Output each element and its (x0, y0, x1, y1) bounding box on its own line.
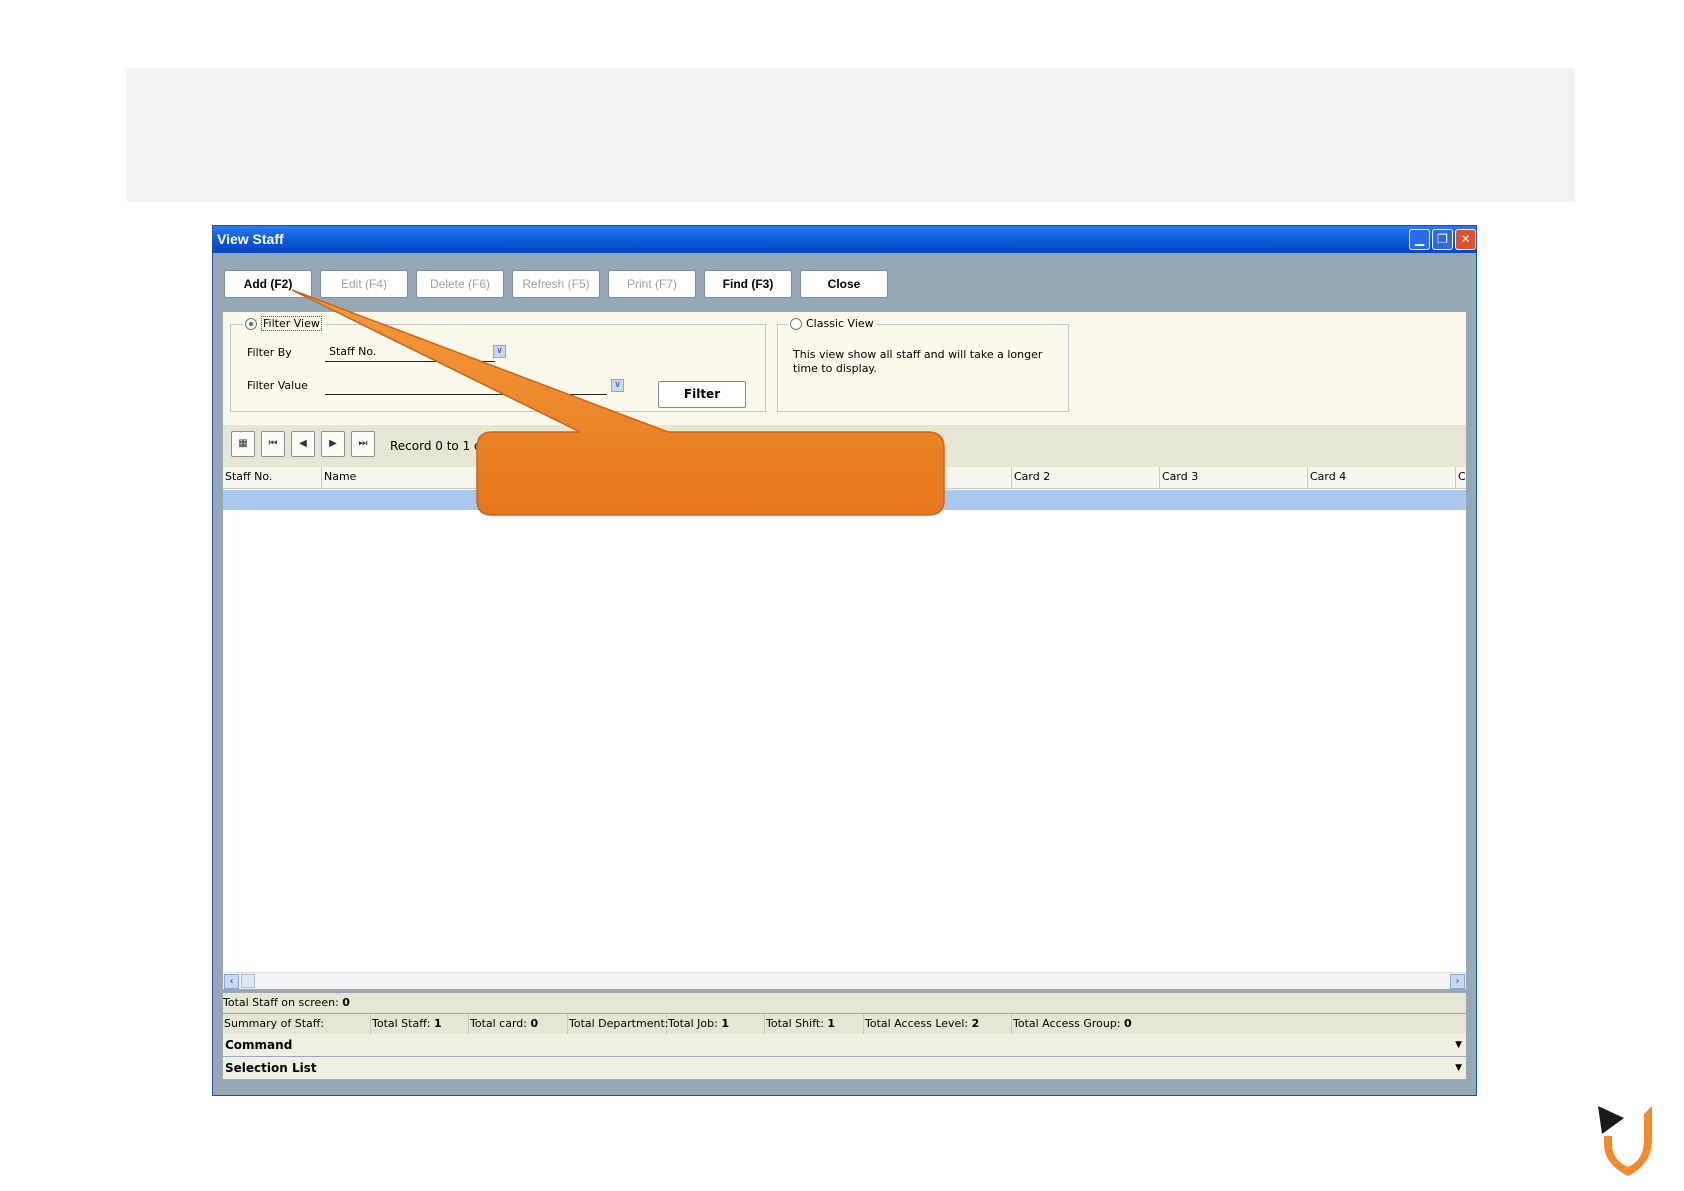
filter-value-input[interactable] (325, 377, 607, 395)
command-section[interactable]: Command ▼ (223, 1034, 1466, 1056)
filter-view-group: Filter View Filter By Staff No. ∨ Filter… (230, 316, 766, 412)
total-on-screen-label: Total Staff on screen: (223, 996, 339, 1009)
total-card-value: 0 (530, 1017, 539, 1030)
total-access-level: Total Access Level: 2 (864, 1014, 1012, 1034)
edit-button[interactable]: Edit (F4) (320, 270, 408, 298)
total-job-label: Total Job: (668, 1017, 718, 1030)
summary-label: Summary of Staff: (223, 1014, 371, 1034)
scroll-thumb[interactable] (241, 974, 255, 988)
print-button[interactable]: Print (F7) (608, 270, 696, 298)
column-header[interactable]: C (1456, 467, 1466, 489)
next-record-button[interactable]: ▶ (321, 431, 345, 457)
chevron-down-icon: ▼ (1455, 1040, 1462, 1050)
previous-icon: ◀ (299, 438, 307, 449)
logo-mark (1598, 1106, 1624, 1134)
window-title: View Staff (217, 231, 284, 247)
scroll-right-button[interactable]: › (1450, 974, 1465, 989)
add-button[interactable]: Add (F2) (224, 270, 312, 298)
selection-list-label: Selection List (225, 1061, 317, 1075)
column-header[interactable]: Card 4 (1308, 467, 1456, 489)
minimize-icon: ▁ (1414, 232, 1425, 246)
total-access-group-value: 0 (1124, 1017, 1132, 1030)
total-shift-label: Total Shift: (766, 1017, 824, 1030)
command-label: Command (225, 1038, 293, 1052)
chevron-down-icon: ∨ (614, 380, 621, 390)
total-access-level-label: Total Access Level: (865, 1017, 969, 1030)
column-header[interactable]: Card 3 (1160, 467, 1308, 489)
header-banner (127, 68, 1575, 202)
total-on-screen: Total Staff on screen: 0 (223, 993, 1466, 1013)
filter-value-label: Filter Value (247, 379, 308, 392)
total-access-level-value: 2 (971, 1017, 980, 1030)
company-logo (1598, 1106, 1652, 1176)
filter-value-dropdown[interactable]: ∨ (611, 379, 624, 392)
close-icon: ✕ (1460, 232, 1471, 246)
delete-button[interactable]: Delete (F6) (416, 270, 504, 298)
total-access-group-label: Total Access Group: (1013, 1017, 1121, 1030)
grid-view-button[interactable]: ▦ (231, 431, 255, 457)
table-row[interactable] (223, 490, 1466, 510)
first-icon: ⏮ (268, 438, 278, 449)
next-icon: ▶ (329, 438, 337, 449)
last-icon: ⏭ (358, 438, 368, 449)
classic-view-radio[interactable]: Classic View (788, 317, 876, 330)
total-staff-value: 1 (434, 1017, 442, 1030)
total-card: Total card: 0 (469, 1014, 568, 1034)
classic-view-group: Classic View This view show all staff an… (777, 317, 1069, 412)
total-job-value: 1 (721, 1017, 730, 1030)
total-shift-value: 1 (827, 1017, 836, 1030)
column-header[interactable]: Card 2 (1012, 467, 1160, 489)
horizontal-scrollbar[interactable]: ‹ › (223, 972, 1466, 989)
refresh-button[interactable]: Refresh (F5) (512, 270, 600, 298)
total-department: Total Department: (568, 1014, 669, 1034)
classic-view-label: Classic View (806, 317, 874, 330)
chevron-down-icon: ∨ (496, 346, 503, 356)
filter-view-radio[interactable]: Filter View (243, 316, 324, 331)
record-count: Record 0 to 1 of 0 (390, 439, 498, 453)
total-department-label: Total Department: (569, 1017, 669, 1030)
chevron-down-icon: ▼ (1455, 1063, 1462, 1073)
filter-view-label: Filter View (261, 316, 322, 331)
filter-by-value: Staff No. (329, 345, 377, 358)
classic-view-description: This view show all staff and will take a… (793, 348, 1043, 375)
view-options-panel: Filter View Filter By Staff No. ∨ Filter… (223, 312, 1466, 425)
record-navigator: ▦ ⏮ ◀ ▶ ⏭ Record 0 to 1 of 0 (223, 425, 1466, 467)
summary-bar: Summary of Staff: Total Staff: 1 Total c… (223, 1014, 1466, 1034)
first-record-button[interactable]: ⏮ (261, 431, 285, 457)
restore-icon: ❐ (1437, 232, 1448, 246)
scroll-left-button[interactable]: ‹ (224, 974, 239, 989)
filter-view-radio-icon (245, 318, 257, 330)
total-staff: Total Staff: 1 (371, 1014, 469, 1034)
find-button[interactable]: Find (F3) (704, 270, 792, 298)
staff-grid: Staff No. Name Card 2 Card 3 Card 4 C (223, 467, 1466, 972)
total-job: Total Job: 1 (667, 1014, 765, 1034)
chevron-right-icon: › (1455, 976, 1460, 987)
column-header[interactable]: Name (322, 467, 1012, 489)
close-window-button[interactable]: ✕ (1455, 229, 1476, 250)
total-staff-label: Total Staff: (372, 1017, 431, 1030)
classic-view-radio-icon (790, 318, 802, 330)
total-on-screen-value: 0 (342, 996, 350, 1009)
filter-by-label: Filter By (247, 346, 292, 359)
close-button[interactable]: Close (800, 270, 888, 298)
restore-button[interactable]: ❐ (1432, 229, 1453, 250)
last-record-button[interactable]: ⏭ (351, 431, 375, 457)
total-card-label: Total card: (470, 1017, 527, 1030)
grid-header: Staff No. Name Card 2 Card 3 Card 4 C (223, 467, 1466, 489)
view-staff-window: View Staff ▁ ❐ ✕ Add (F2) Edit (F4) Dele… (212, 225, 1477, 1096)
title-bar[interactable]: View Staff ▁ ❐ ✕ (213, 226, 1476, 253)
filter-by-select[interactable]: Staff No. (325, 345, 495, 362)
total-access-group: Total Access Group: 0 (1012, 1014, 1172, 1034)
previous-record-button[interactable]: ◀ (291, 431, 315, 457)
filter-by-dropdown[interactable]: ∨ (493, 345, 506, 358)
total-shift: Total Shift: 1 (765, 1014, 864, 1034)
chevron-left-icon: ‹ (229, 976, 234, 987)
filter-button[interactable]: Filter (658, 381, 746, 408)
column-header[interactable]: Staff No. (223, 467, 322, 489)
selection-list-section[interactable]: Selection List ▼ (223, 1057, 1466, 1079)
grid-icon: ▦ (238, 438, 248, 449)
minimize-button[interactable]: ▁ (1409, 229, 1430, 250)
slide: View Staff ▁ ❐ ✕ Add (F2) Edit (F4) Dele… (0, 0, 1684, 1191)
